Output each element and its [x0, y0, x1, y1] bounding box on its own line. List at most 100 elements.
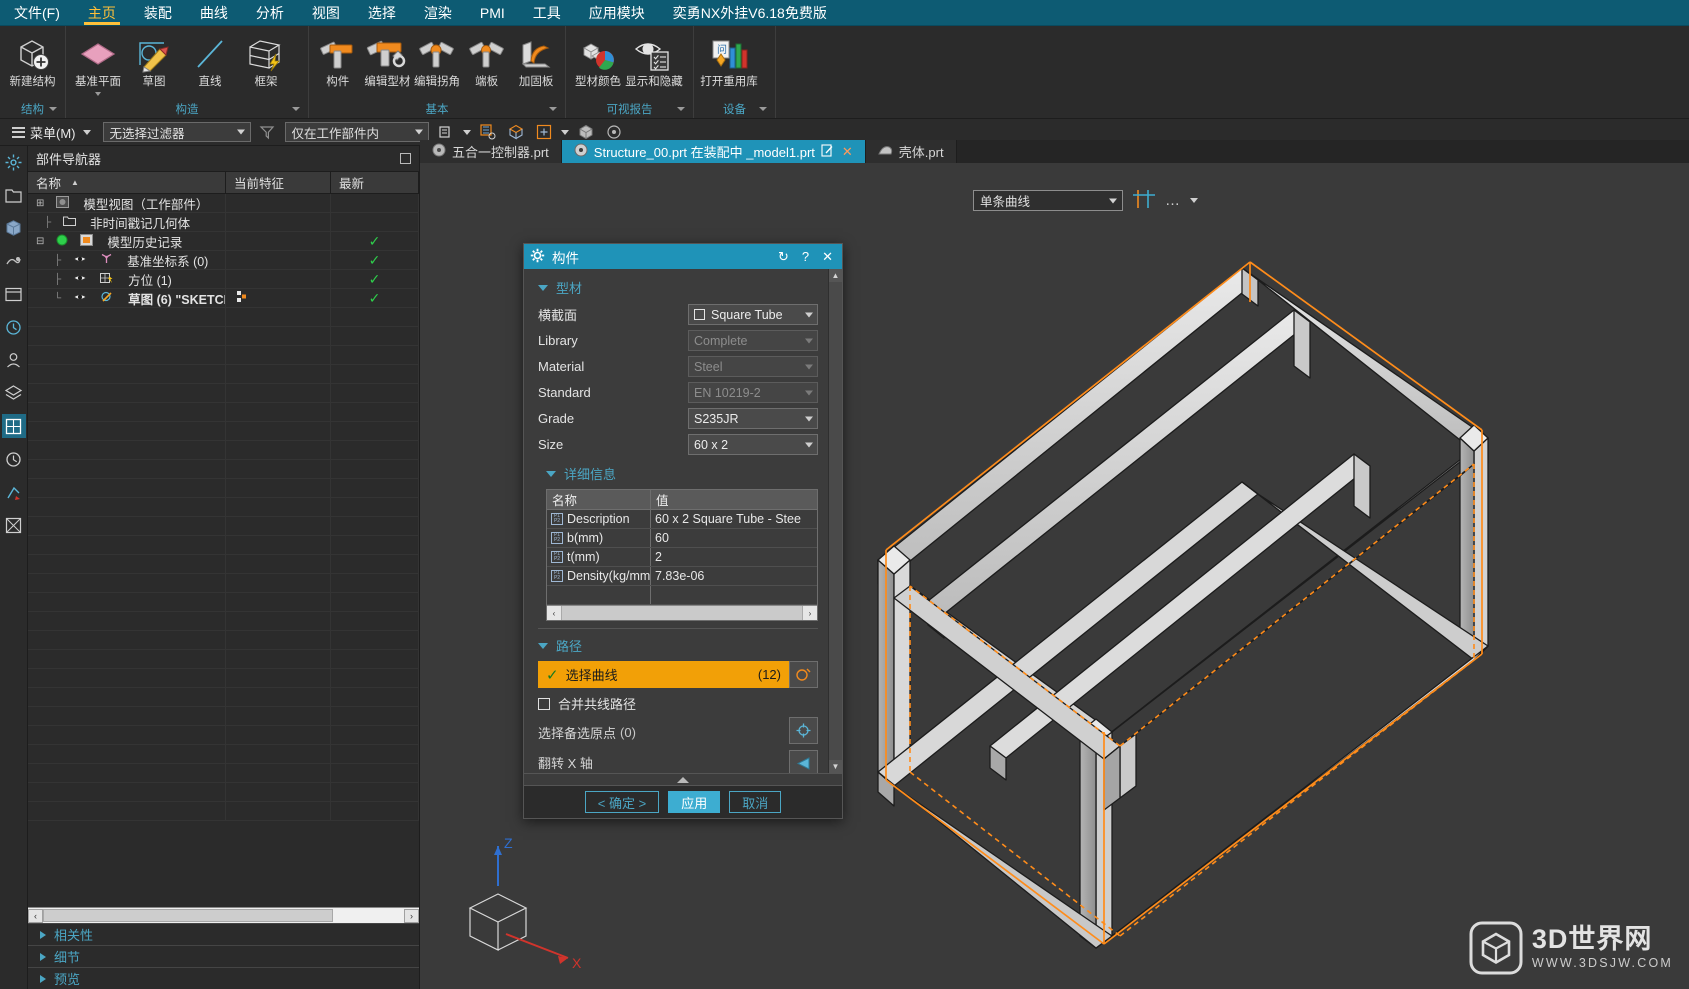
section-path[interactable]: 路径	[524, 631, 828, 659]
flip-x-axis-button[interactable]	[789, 750, 818, 773]
rail-structure-icon[interactable]	[1, 414, 26, 438]
edit-icon[interactable]	[821, 143, 834, 160]
show-hide-button[interactable]: 显示和隐藏	[625, 32, 683, 91]
section-details[interactable]: 详细信息	[524, 459, 828, 487]
menu-item-addon[interactable]: 奕勇NX外挂V6.18免费版	[659, 0, 841, 25]
rail-reuse-library-icon[interactable]	[2, 216, 26, 240]
table-row[interactable]: ⊟ 模型历史记录 ✓	[28, 232, 419, 251]
new-structure-button[interactable]: 新建结构	[4, 32, 61, 91]
column-header-name[interactable]: 名称 ▲	[28, 172, 226, 193]
rail-process-icon[interactable]	[2, 480, 26, 504]
snap-dropdown-icon[interactable]	[462, 129, 471, 135]
menu-item-view[interactable]: 视图	[298, 0, 354, 25]
eye-icon[interactable]	[73, 291, 87, 305]
tab-controller-part[interactable]: 五合一控制器.prt	[420, 140, 562, 163]
rail-part-navigator-icon[interactable]	[2, 183, 26, 207]
group-expand-icon[interactable]	[677, 106, 685, 111]
section-preview[interactable]: 预览	[28, 967, 419, 989]
material-field[interactable]: Steel	[688, 356, 818, 377]
hscroll-thumb[interactable]	[43, 909, 333, 922]
datum-plane-button[interactable]: 基准平面	[70, 32, 126, 98]
table-row[interactable]: ├ 方位 (1) ✓	[28, 270, 419, 289]
grade-field[interactable]: S235JR	[688, 408, 818, 429]
select-dropdown-icon[interactable]	[560, 129, 569, 135]
menu-item-pmi[interactable]: PMI	[466, 0, 519, 25]
cross-section-field[interactable]: Square Tube	[688, 304, 818, 325]
frame-button[interactable]: 框架	[238, 32, 294, 91]
menu-item-analysis[interactable]: 分析	[242, 0, 298, 25]
merge-collinear-row[interactable]: 合并共线路径	[538, 694, 818, 713]
alt-origin-point-button[interactable]	[789, 717, 818, 744]
merge-collinear-checkbox[interactable]	[538, 697, 550, 710]
table-row[interactable]: P1 P2 b(mm) 60	[547, 529, 817, 548]
close-icon[interactable]: ✕	[819, 249, 836, 265]
curve-chain-icon[interactable]	[1131, 187, 1157, 214]
selection-filter-combo[interactable]: 无选择过滤器	[102, 122, 251, 142]
rail-hd3d-icon[interactable]	[2, 249, 26, 273]
menu-item-curve[interactable]: 曲线	[186, 0, 242, 25]
scroll-left-icon[interactable]: ‹	[28, 908, 43, 923]
rail-history-icon[interactable]	[2, 315, 26, 339]
expander-minus-icon[interactable]: ⊟	[36, 236, 44, 247]
tree-node-sketch[interactable]: └ 草图 (6) "SKETCH_00…	[28, 289, 226, 307]
scroll-left-icon[interactable]: ‹	[547, 606, 562, 620]
tree-node-history[interactable]: ⊟ 模型历史记录	[28, 232, 226, 250]
datum-plane-dropdown-icon[interactable]	[95, 92, 101, 97]
detail-col-name[interactable]: 名称	[547, 490, 651, 509]
help-icon[interactable]: ?	[799, 249, 812, 264]
rail-web-browser-icon[interactable]	[2, 282, 26, 306]
dialog-scrollbar[interactable]: ▲ ▼	[828, 269, 842, 773]
detail-hscroll-thumb[interactable]	[562, 606, 802, 620]
menu-item-home[interactable]: 主页	[74, 0, 130, 25]
menu-item-assembly[interactable]: 装配	[130, 0, 186, 25]
scroll-right-icon[interactable]: ›	[802, 606, 817, 620]
part-navigator-hscrollbar[interactable]: ‹ ›	[28, 907, 419, 923]
table-row[interactable]: ├ 基准坐标系 (0) ✓	[28, 251, 419, 270]
rail-layers-icon[interactable]	[2, 381, 26, 405]
group-expand-icon[interactable]	[759, 106, 767, 111]
rail-snapshot-icon[interactable]	[2, 513, 26, 537]
detail-table-hscrollbar[interactable]: ‹ ›	[547, 605, 817, 620]
rail-assembly-navigator-icon[interactable]	[2, 150, 26, 174]
scroll-down-icon[interactable]: ▼	[829, 760, 842, 773]
section-dependencies[interactable]: 相关性	[28, 923, 419, 945]
table-row[interactable]: P1 P2 Description 60 x 2 Square Tube - Ste…	[547, 510, 817, 529]
chevron-down-icon[interactable]	[1190, 198, 1198, 203]
rail-clock-icon[interactable]	[2, 447, 26, 471]
dialog-collapse-handle[interactable]	[524, 773, 842, 785]
tab-structure-part[interactable]: Structure_00.prt 在装配中 _model1.prt ✕	[561, 140, 866, 163]
table-row[interactable]: P1 P2 Density(kg/mm³) 7.83e-06	[547, 567, 817, 586]
library-field[interactable]: Complete	[688, 330, 818, 351]
menu-item-application[interactable]: 应用模块	[575, 0, 659, 25]
profile-color-button[interactable]: 型材颜色	[570, 32, 626, 91]
apply-button[interactable]: 应用	[668, 791, 721, 813]
detail-col-value[interactable]: 值	[651, 490, 817, 509]
tab-close-icon[interactable]: ✕	[842, 144, 853, 160]
tree-node-non-timestamp[interactable]: ├ 非时间戳记几何体	[28, 213, 226, 231]
select-curve-row[interactable]: ✓ 选择曲线 (12)	[538, 661, 789, 688]
section-details[interactable]: 细节	[28, 945, 419, 967]
table-row[interactable]: P1 P2 t(mm) 2	[547, 548, 817, 567]
scroll-up-icon[interactable]: ▲	[829, 269, 842, 282]
alt-origin-row[interactable]: 选择备选原点 (0)	[538, 723, 779, 742]
eye-icon[interactable]	[73, 272, 87, 286]
column-header-current-feature[interactable]: 当前特征	[226, 172, 331, 193]
expander-plus-icon[interactable]: ⊞	[36, 198, 44, 209]
flip-x-axis-row[interactable]: 翻转 X 轴	[538, 753, 779, 772]
more-options-icon[interactable]: …	[1165, 192, 1182, 209]
tree-node-model-views[interactable]: ⊞ 模型视图（工作部件）	[28, 194, 226, 212]
curve-rule-combo[interactable]: 单条曲线	[973, 190, 1123, 211]
end-plate-button[interactable]: 端板	[462, 32, 512, 91]
line-button[interactable]: 直线	[182, 32, 238, 91]
section-profile[interactable]: 型材	[524, 273, 828, 301]
curve-select-button[interactable]	[789, 661, 818, 688]
selection-scope-combo[interactable]: 仅在工作部件内	[284, 122, 429, 142]
group-expand-icon[interactable]	[49, 106, 57, 111]
pin-icon[interactable]	[400, 153, 411, 164]
table-row[interactable]: ⊞ 模型视图（工作部件）	[28, 194, 419, 213]
member-button[interactable]: 构件	[313, 32, 363, 91]
reset-icon[interactable]: ↻	[775, 249, 792, 265]
cancel-button[interactable]: 取消	[729, 791, 782, 813]
tree-node-datum-csys[interactable]: ├ 基准坐标系 (0)	[28, 251, 226, 269]
size-field[interactable]: 60 x 2	[688, 434, 818, 455]
